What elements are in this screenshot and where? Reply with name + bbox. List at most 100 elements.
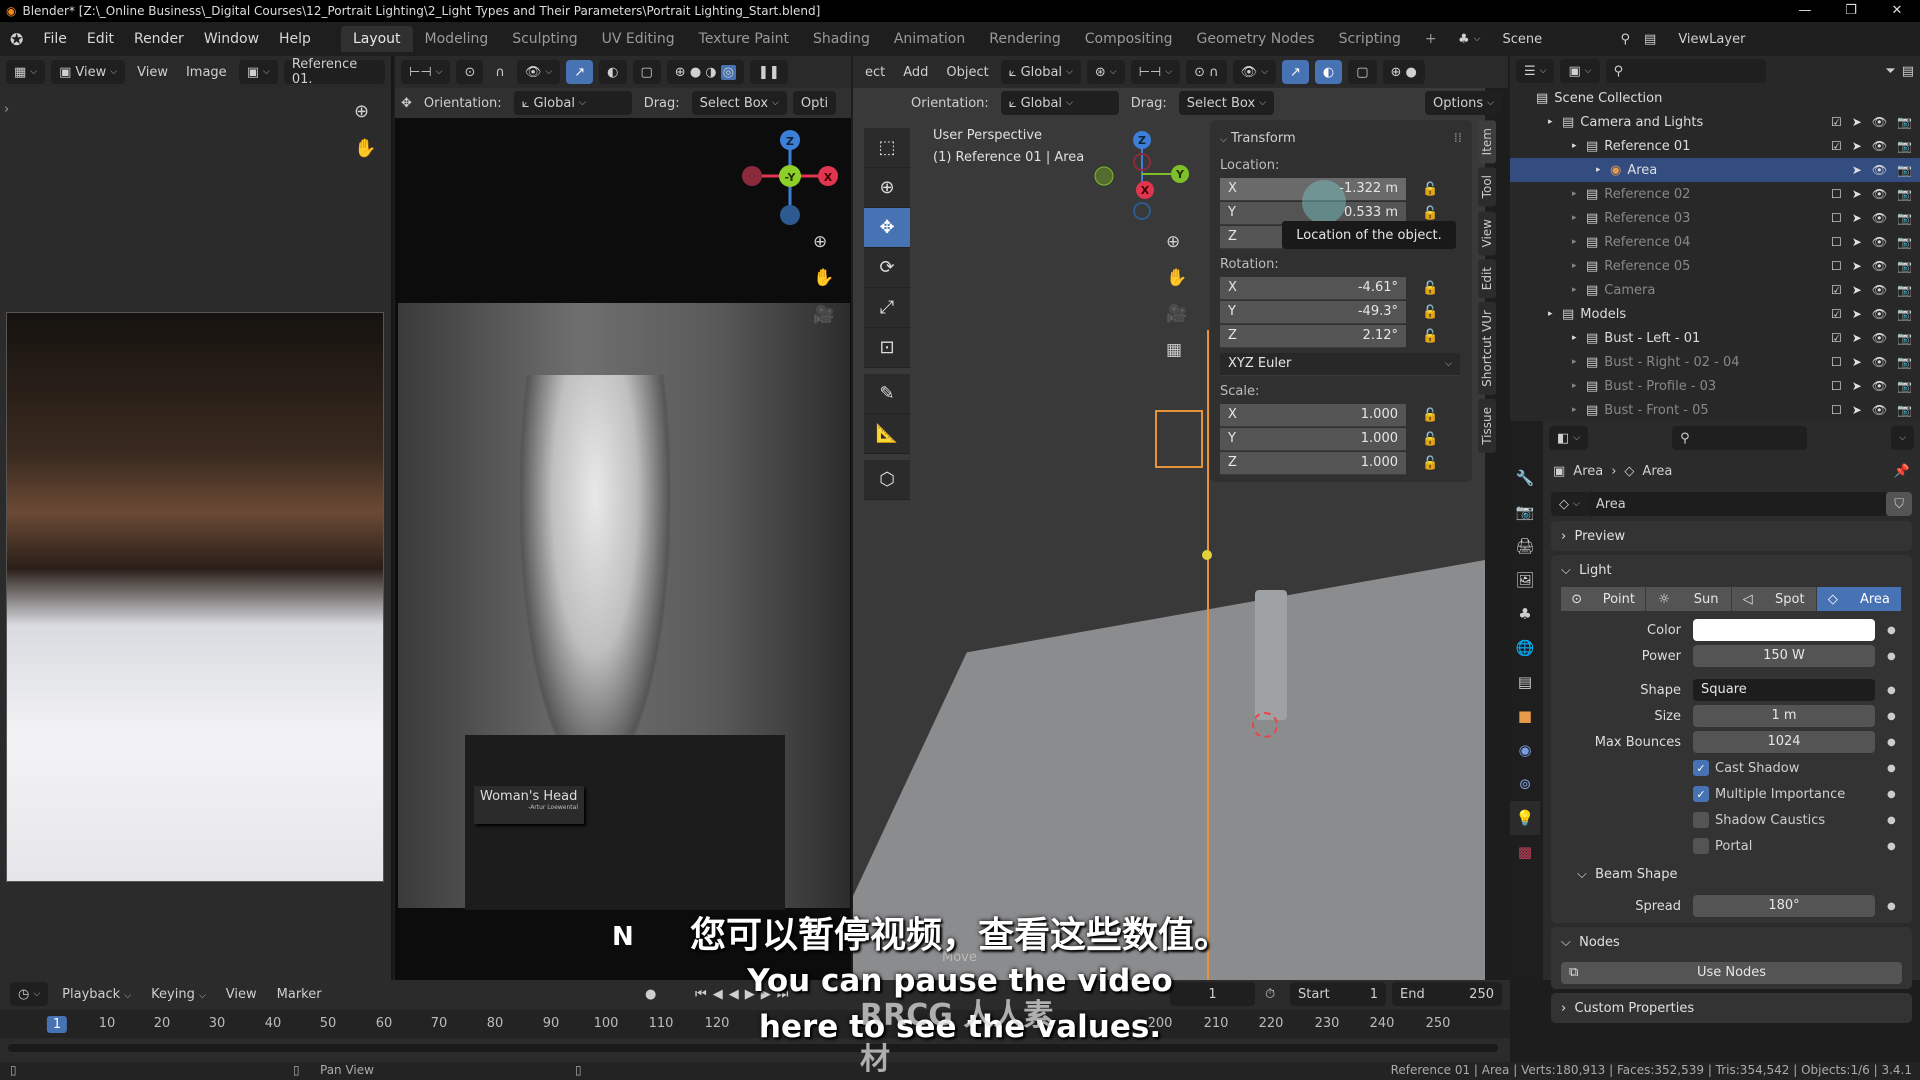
light-type-area[interactable]: ◇ Area xyxy=(1816,587,1902,611)
grid-icon[interactable]: ▦ xyxy=(1166,340,1182,360)
eye-icon[interactable]: 👁 xyxy=(1872,187,1887,201)
overlay-toggle[interactable]: ◐ xyxy=(599,60,627,84)
render-camera-icon[interactable]: 📷 xyxy=(1897,211,1912,225)
properties-options[interactable]: ⌵ xyxy=(1891,426,1914,450)
shading-modes[interactable]: ⊕ ● xyxy=(1382,60,1425,84)
workspace-tab-compositing[interactable]: Compositing xyxy=(1073,26,1185,52)
expand-arrow-icon[interactable]: ▸ xyxy=(1572,405,1586,415)
select-arrow-icon[interactable]: ➤ xyxy=(1852,235,1862,249)
lock-icon[interactable]: 🔓 xyxy=(1422,182,1438,197)
max-bounces-field[interactable]: 1024 xyxy=(1693,731,1875,753)
sidebar-tab-item[interactable]: Item xyxy=(1478,120,1496,164)
light-header[interactable]: ⌵ Light xyxy=(1561,555,1902,585)
falloff-icon[interactable]: ∩ xyxy=(489,65,511,80)
editor-type-button[interactable]: ◧ ⌵ xyxy=(1549,426,1589,450)
select-arrow-icon[interactable]: ➤ xyxy=(1852,187,1862,201)
sidebar-tab-view[interactable]: View xyxy=(1478,210,1496,256)
gizmo-toggle[interactable]: ↗ xyxy=(1281,60,1309,84)
menu-object[interactable]: Object xyxy=(940,65,994,80)
render-tab-icon[interactable]: 📷 xyxy=(1510,495,1540,529)
exclude-checkbox[interactable]: ☐ xyxy=(1831,211,1842,225)
pan-hand-icon[interactable]: ✋ xyxy=(354,138,376,159)
properties-search-input[interactable]: ⚲ xyxy=(1672,426,1808,450)
rotation-z-field[interactable]: Z 2.12° xyxy=(1220,324,1406,348)
lock-icon[interactable]: 🔓 xyxy=(1422,281,1438,296)
pin-icon[interactable]: ⚲ xyxy=(1620,32,1630,47)
outliner-item[interactable]: ▸ ▤ Camera ☑ ➤ 👁 📷 xyxy=(1510,278,1920,302)
render-camera-icon[interactable]: 📷 xyxy=(1897,187,1912,201)
eye-icon[interactable]: 👁 xyxy=(1872,355,1887,369)
scale-z-field[interactable]: Z 1.000 xyxy=(1220,451,1406,475)
keyframe-dot[interactable]: ● xyxy=(1887,737,1896,748)
checkbox-box[interactable]: ✓ xyxy=(1693,786,1709,802)
scene-name-field[interactable]: Scene xyxy=(1494,27,1615,51)
eye-icon[interactable]: 👁 xyxy=(1872,283,1887,297)
outliner-item[interactable]: ▸ ▤ Reference 03 ☐ ➤ 👁 📷 xyxy=(1510,206,1920,230)
shading-modes[interactable]: ⊕ ● ◑ ◎ xyxy=(666,60,744,84)
exclude-checkbox[interactable]: ☐ xyxy=(1831,379,1842,393)
menu-file[interactable]: File xyxy=(33,31,76,47)
outliner-item[interactable]: ▸ ▤ Models ☑ ➤ 👁 📷 xyxy=(1510,302,1920,326)
menu-edit[interactable]: Edit xyxy=(77,31,124,47)
options-button[interactable]: Options ⌵ xyxy=(1425,91,1502,115)
keyframe-dot[interactable]: ● xyxy=(1887,841,1896,852)
outliner-item[interactable]: ▸ ◉ Area ➤ 👁 📷 xyxy=(1510,158,1920,182)
outliner-item[interactable]: ▸ ▤ Reference 05 ☐ ➤ 👁 📷 xyxy=(1510,254,1920,278)
exclude-checkbox[interactable]: ☑ xyxy=(1831,283,1842,297)
outliner-item[interactable]: ▸ ▤ Bust - Front - 05 ☐ ➤ 👁 📷 xyxy=(1510,398,1920,422)
expand-arrow-icon[interactable]: ▸ xyxy=(1572,141,1586,151)
render-camera-icon[interactable]: 📷 xyxy=(1897,331,1912,345)
output-tab-icon[interactable]: 🖨 xyxy=(1510,529,1540,563)
select-arrow-icon[interactable]: ➤ xyxy=(1852,115,1862,129)
orientation-dropdown[interactable]: ⟀ Global ⌵ xyxy=(1000,91,1119,115)
zoom-icon[interactable]: ⊕ xyxy=(813,232,827,252)
menu-select[interactable]: ect xyxy=(859,65,891,80)
keyframe-dot[interactable]: ● xyxy=(1887,711,1896,722)
fake-user-shield-icon[interactable]: ⛉ xyxy=(1886,492,1912,516)
sidebar-tab-shortcut[interactable]: Shortcut VUr xyxy=(1478,302,1496,396)
menu-add[interactable]: Add xyxy=(897,65,934,80)
outliner-display-mode[interactable]: ☰ ⌵ xyxy=(1516,59,1555,83)
lock-icon[interactable]: 🔓 xyxy=(1422,305,1438,320)
constraints-tab-icon[interactable]: ⊚ xyxy=(1510,767,1540,801)
cursor-tool[interactable]: ⊕ xyxy=(864,168,910,208)
viewlayer-name-field[interactable]: ViewLayer xyxy=(1670,27,1811,51)
select-arrow-icon[interactable]: ➤ xyxy=(1852,331,1862,345)
lock-icon[interactable]: 🔓 xyxy=(1422,456,1438,471)
render-camera-icon[interactable]: 📷 xyxy=(1897,115,1912,129)
expand-arrow-icon[interactable]: ▸ xyxy=(1572,285,1586,295)
menu-render[interactable]: Render xyxy=(124,31,194,47)
menu-help[interactable]: Help xyxy=(269,31,321,47)
preview-header[interactable]: › Preview xyxy=(1561,521,1902,551)
maximize-button[interactable]: ❐ xyxy=(1828,0,1874,22)
snap-dropdown[interactable]: ⊢⊣ ⌵ xyxy=(1130,60,1181,84)
sidebar-tab-tissue[interactable]: Tissue xyxy=(1478,399,1496,454)
checkbox-shadow-caustics[interactable]: Shadow Caustics xyxy=(1693,812,1875,828)
gizmo-neg-y-axis[interactable] xyxy=(1094,166,1114,186)
minimize-button[interactable]: — xyxy=(1782,0,1828,22)
gizmo-neg-z-axis[interactable] xyxy=(1133,202,1151,220)
expand-arrow-icon[interactable]: ▸ xyxy=(1572,357,1586,367)
pause-render-button[interactable]: ❚❚ xyxy=(749,60,788,84)
workspace-tab-texture-paint[interactable]: Texture Paint xyxy=(687,26,801,52)
orientation-dropdown[interactable]: ⟀ Global ⌵ xyxy=(513,91,632,115)
exclude-checkbox[interactable]: ☐ xyxy=(1831,403,1842,417)
select-arrow-icon[interactable]: ➤ xyxy=(1852,211,1862,225)
eye-icon[interactable]: 👁 xyxy=(1872,235,1887,249)
snap-dropdown[interactable]: ⊢⊣ ⌵ xyxy=(401,60,451,84)
filter-icon[interactable]: ⏷ xyxy=(1885,64,1895,79)
workspace-tab-sculpting[interactable]: Sculpting xyxy=(500,26,589,52)
proportional-edit-toggle[interactable]: ⊙ ∩ xyxy=(1186,60,1227,84)
expand-arrow-icon[interactable]: ▸ xyxy=(1572,261,1586,271)
eye-icon[interactable]: 👁 xyxy=(1872,331,1887,345)
keyframe-dot[interactable]: ● xyxy=(1887,625,1896,636)
viewlayer-selector[interactable]: ▤ xyxy=(1636,27,1665,51)
select-arrow-icon[interactable]: ➤ xyxy=(1852,355,1862,369)
render-camera-icon[interactable]: 📷 xyxy=(1897,259,1912,273)
outliner-scene-collection[interactable]: ▤ Scene Collection xyxy=(1510,86,1920,110)
workspace-tab-geometry-nodes[interactable]: Geometry Nodes xyxy=(1185,26,1327,52)
annotate-tool[interactable]: ✎ xyxy=(864,374,910,414)
lock-icon[interactable]: 🔓 xyxy=(1422,329,1438,344)
exclude-checkbox[interactable]: ☑ xyxy=(1831,307,1842,321)
zoom-icon[interactable]: ⊕ xyxy=(354,101,369,122)
